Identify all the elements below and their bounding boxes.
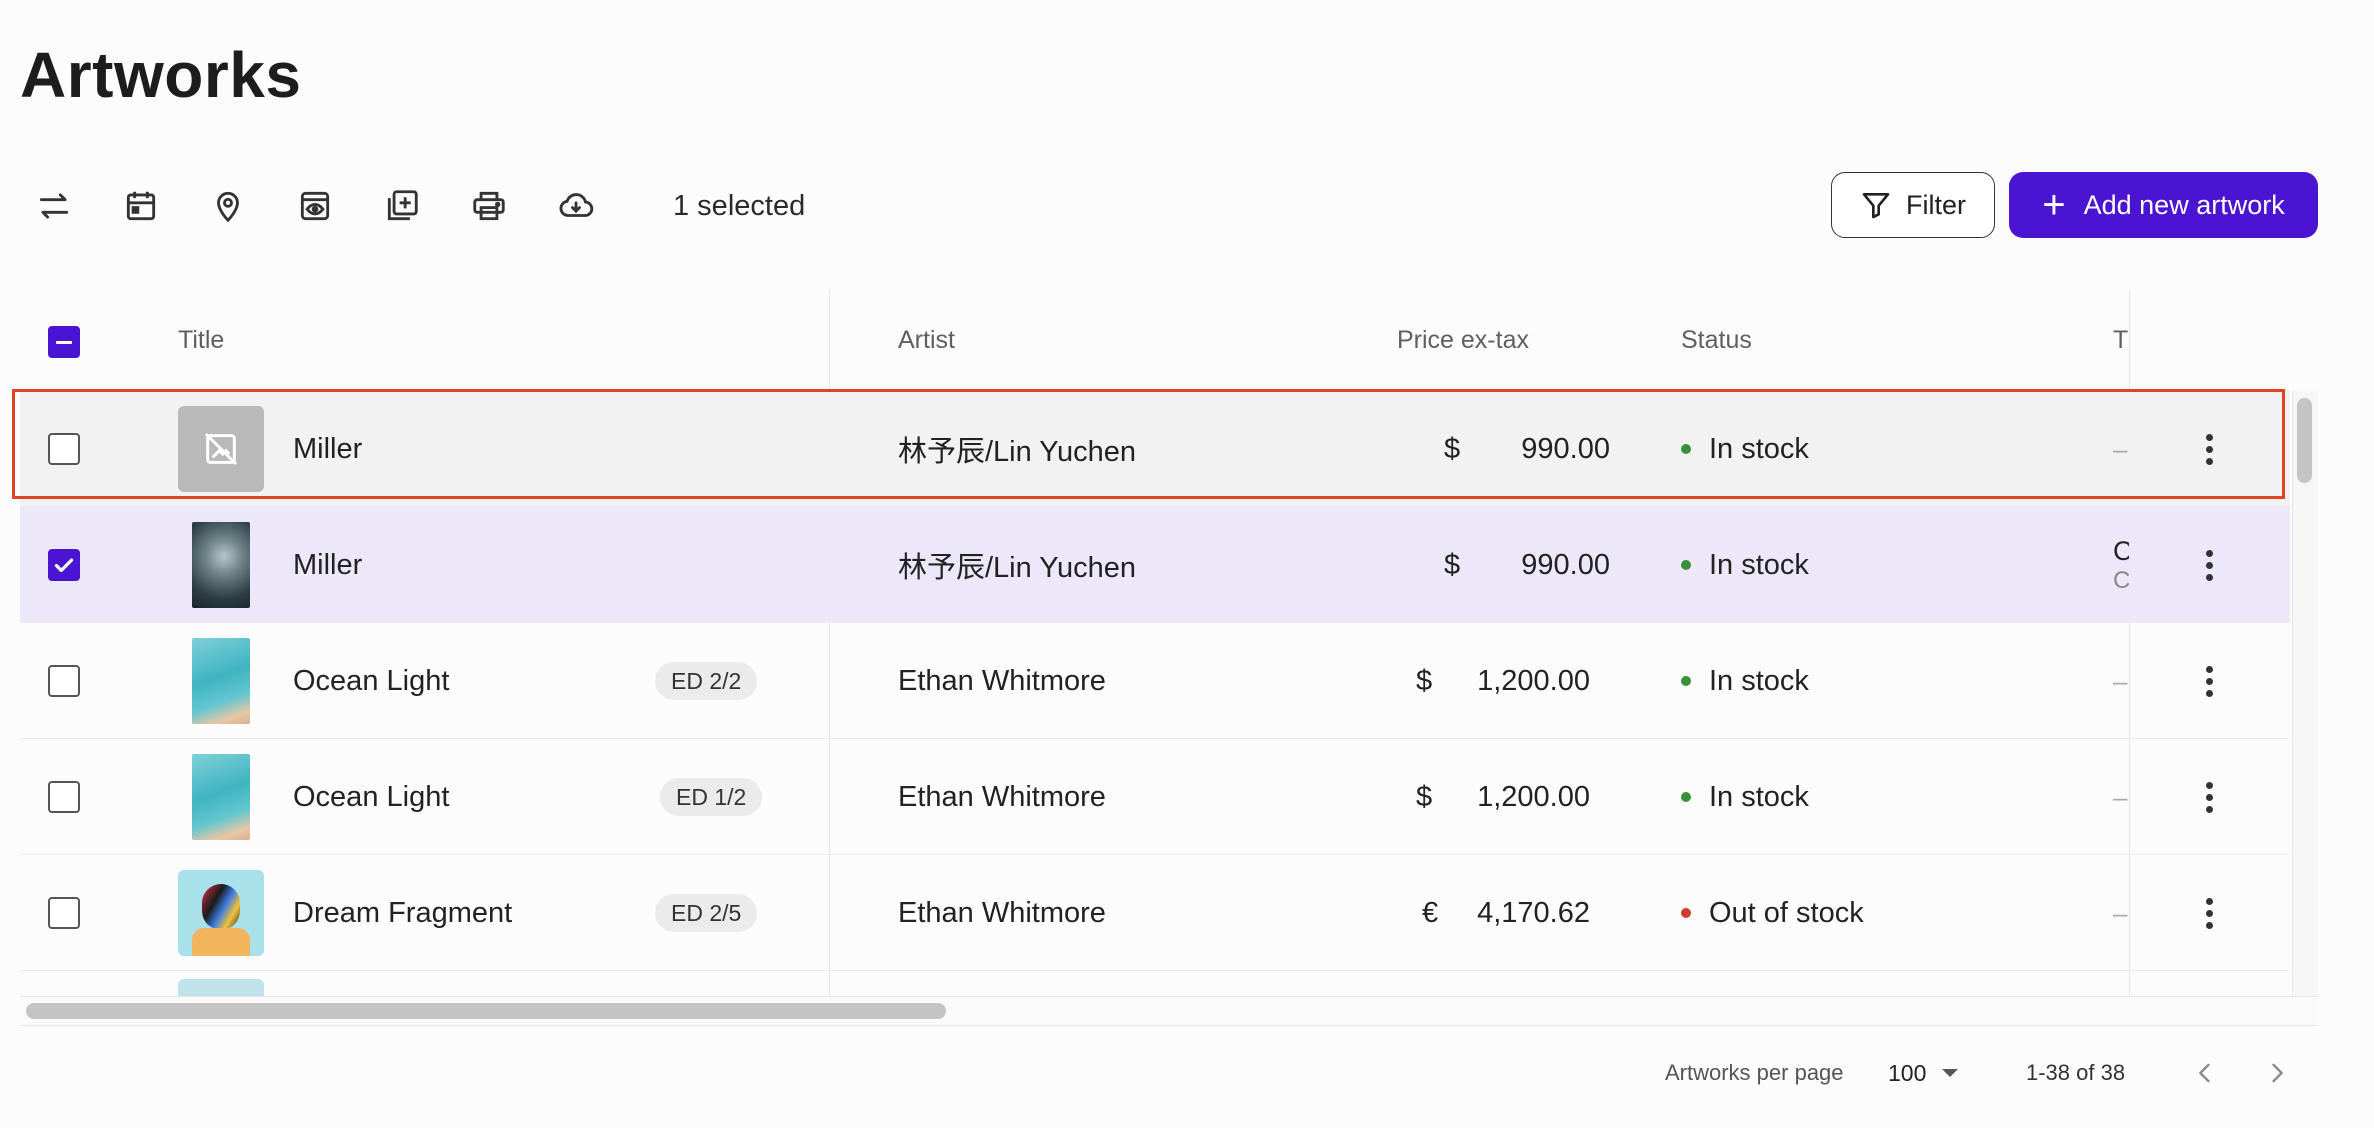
- truncated-cell: –: [2113, 897, 2128, 928]
- chevron-down-icon: [1942, 1069, 1959, 1077]
- artwork-thumbnail: [192, 522, 250, 608]
- previous-page-button[interactable]: [2182, 1050, 2228, 1096]
- filter-button-label: Filter: [1906, 189, 1966, 220]
- status-label: In stock: [1709, 548, 1809, 581]
- status-dot: [1681, 908, 1691, 918]
- column-header-artist[interactable]: Artist: [898, 326, 955, 355]
- artist-name: Ethan Whitmore: [898, 664, 1106, 697]
- column-header-status[interactable]: Status: [1681, 326, 1752, 355]
- price-currency: €: [1422, 896, 1439, 929]
- price-value: 4,170.62: [1477, 896, 1590, 929]
- artwork-title[interactable]: Miller: [293, 507, 362, 623]
- chevron-right-icon: [2272, 1063, 2283, 1083]
- column-header-price[interactable]: Price ex-tax: [1397, 326, 1529, 355]
- artwork-title[interactable]: Dream Fragment: [293, 855, 512, 971]
- bulk-actions-toolbar: 1 selected: [20, 172, 805, 240]
- table-row[interactable]: Miller 林予辰/Lin Yuchen $ 990.00 In stock …: [20, 506, 2290, 622]
- per-page-value: 100: [1888, 1059, 1927, 1086]
- preview-icon[interactable]: [281, 172, 349, 240]
- select-all-checkbox[interactable]: [48, 326, 80, 358]
- table-row[interactable]: Ocean Light ED 1/2 Ethan Whitmore $ 1,20…: [20, 738, 2290, 854]
- artist-name: Ethan Whitmore: [898, 780, 1106, 813]
- artist-name: Ethan Whitmore: [898, 896, 1106, 929]
- more-options-icon[interactable]: [2204, 781, 2214, 813]
- row-checkbox[interactable]: [48, 781, 80, 813]
- price-value: 990.00: [1521, 548, 1610, 581]
- per-page-label: Artworks per page: [1665, 1060, 1844, 1085]
- location-pin-icon[interactable]: [194, 172, 262, 240]
- row-checkbox[interactable]: [48, 549, 80, 581]
- truncated-cell: –: [2113, 665, 2128, 696]
- artwork-title[interactable]: Ocean Light: [293, 623, 449, 739]
- status-label: In stock: [1709, 780, 1809, 813]
- print-icon[interactable]: [455, 172, 523, 240]
- status-label: In stock: [1709, 664, 1809, 697]
- filter-icon: [1862, 193, 1890, 219]
- next-page-button[interactable]: [2254, 1050, 2300, 1096]
- vertical-scrollbar-thumb[interactable]: [2297, 398, 2312, 483]
- artwork-title[interactable]: Ocean Light: [293, 739, 449, 855]
- status-label: Out of stock: [1709, 896, 1864, 929]
- price-currency: $: [1416, 780, 1433, 813]
- calendar-icon[interactable]: [107, 172, 175, 240]
- table-row[interactable]: Ocean Light ED 2/2 Ethan Whitmore $ 1,20…: [20, 622, 2290, 738]
- column-header-title[interactable]: Title: [178, 326, 224, 355]
- column-header-truncated[interactable]: T: [2113, 326, 2128, 355]
- artwork-thumbnail: [192, 754, 250, 840]
- more-options-icon[interactable]: [2204, 897, 2214, 929]
- per-page-select[interactable]: 100: [1888, 1052, 1959, 1094]
- cloud-download-icon[interactable]: [542, 172, 610, 240]
- edition-badge: ED 2/5: [655, 894, 758, 932]
- table-header: Title Artist Price ex-tax Status T: [20, 290, 2290, 390]
- more-options-icon[interactable]: [2204, 665, 2214, 697]
- add-new-artwork-button[interactable]: + Add new artwork: [2009, 172, 2318, 238]
- truncated-cell: C: [2113, 535, 2129, 566]
- swap-arrows-icon[interactable]: [20, 172, 88, 240]
- row-highlight-outline: [12, 389, 2285, 499]
- price-currency: $: [1416, 664, 1433, 697]
- add-new-artwork-label: Add new artwork: [2083, 189, 2285, 220]
- page-title: Artworks: [20, 39, 302, 111]
- artist-name: 林予辰/Lin Yuchen: [898, 552, 1137, 584]
- more-options-icon[interactable]: [2204, 549, 2214, 581]
- price-value: 1,200.00: [1477, 664, 1590, 697]
- table-row[interactable]: Dream Fragment ED 2/5 Ethan Whitmore € 4…: [20, 854, 2290, 970]
- edition-badge: ED 1/2: [660, 778, 763, 816]
- selection-count: 1 selected: [673, 189, 806, 222]
- artwork-thumbnail: [178, 870, 264, 956]
- filter-button[interactable]: Filter: [1831, 172, 1995, 238]
- page-range-label: 1-38 of 38: [2026, 1060, 2126, 1085]
- chevron-left-icon: [2199, 1063, 2210, 1083]
- plus-icon: +: [2042, 183, 2066, 227]
- add-to-collection-icon[interactable]: [368, 172, 436, 240]
- price-value: 1,200.00: [1477, 780, 1590, 813]
- horizontal-scrollbar-thumb[interactable]: [26, 1003, 946, 1019]
- table-row[interactable]: [20, 970, 2290, 1009]
- edition-badge: ED 2/2: [655, 662, 758, 700]
- artwork-thumbnail: [192, 638, 250, 724]
- status-dot: [1681, 676, 1691, 686]
- truncated-subcell: C: [2113, 566, 2129, 594]
- row-checkbox[interactable]: [48, 897, 80, 929]
- price-currency: $: [1444, 548, 1461, 581]
- status-dot: [1681, 792, 1691, 802]
- truncated-cell: –: [2113, 781, 2128, 812]
- row-checkbox[interactable]: [48, 665, 80, 697]
- status-dot: [1681, 560, 1691, 570]
